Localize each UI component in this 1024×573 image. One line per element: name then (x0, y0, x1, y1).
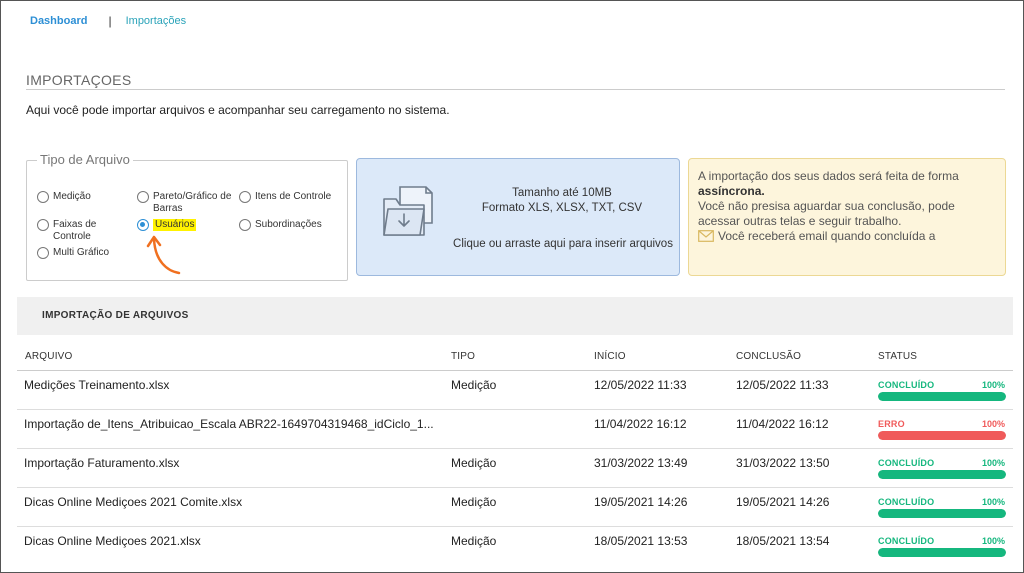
info-email-note: Você receberá email quando concluída a (718, 229, 936, 243)
cell-start: 18/05/2021 13:53 (594, 534, 688, 548)
cell-start: 12/05/2022 11:33 (594, 378, 687, 392)
status-progress-bar (878, 431, 1006, 440)
breadcrumb: Dashboard | Importações (30, 13, 186, 29)
cell-start: 11/04/2022 16:12 (594, 417, 687, 431)
radio-label: Itens de Controle (255, 191, 332, 202)
radio-circle-selected[interactable] (137, 219, 149, 231)
cell-end: 18/05/2021 13:54 (736, 534, 830, 548)
imports-section-title: IMPORTAÇÃO DE ARQUIVOS (42, 310, 189, 321)
cell-type: Medição (451, 378, 497, 392)
status-percent: 100% (981, 419, 1005, 429)
radio-circle[interactable] (239, 191, 251, 203)
breadcrumb-dashboard-link[interactable]: Dashboard (30, 15, 87, 27)
title-divider (26, 89, 1005, 90)
radio-faixas-controle[interactable]: Faixas de Controle (37, 219, 117, 243)
cell-type: Medição (451, 456, 497, 470)
status-progress-fill (878, 548, 1006, 557)
async-info-box: A importação dos seus dados será feita d… (688, 158, 1006, 276)
status-percent: 100% (981, 497, 1005, 507)
page-description: Aqui você pode importar arquivos e acomp… (26, 103, 450, 117)
radio-circle[interactable] (37, 247, 49, 259)
column-header-file[interactable]: ARQUIVO (25, 351, 73, 362)
breadcrumb-importacoes-link[interactable]: Importações (126, 15, 187, 27)
annotation-arrow-icon (146, 235, 181, 275)
radio-circle[interactable] (37, 191, 49, 203)
status-progress-fill (878, 470, 1006, 479)
breadcrumb-separator: | (108, 14, 112, 28)
radio-subordinacoes[interactable]: Subordinações (239, 219, 322, 231)
cell-file: Dicas Online Mediçoes 2021.xlsx (24, 534, 201, 548)
status-percent: 100% (981, 536, 1005, 546)
folder-upload-icon (383, 186, 433, 236)
table-row[interactable]: Importação Faturamento.xlsx Medição 31/0… (17, 449, 1013, 488)
cell-file: Importação de_Itens_Atribuicao_Escala AB… (24, 417, 434, 431)
cell-type: Medição (451, 495, 497, 509)
radio-circle[interactable] (137, 191, 149, 203)
table-row[interactable]: Dicas Online Mediçoes 2021 Comite.xlsx M… (17, 488, 1013, 527)
radio-label: Pareto/Gráfico de Barras (153, 191, 232, 214)
status-percent: 100% (981, 458, 1005, 468)
column-header-status[interactable]: STATUS (878, 351, 917, 362)
page-title: IMPORTAÇOES (26, 72, 132, 88)
radio-label-highlighted: Usuários (153, 219, 197, 231)
radio-label: Subordinações (255, 219, 322, 230)
status-progress-fill (878, 509, 1006, 518)
table-row[interactable]: Medições Treinamento.xlsx Medição 12/05/… (17, 371, 1013, 410)
info-line-2: Você não presisa aguardar sua conclusão,… (698, 199, 955, 228)
column-header-start[interactable]: INÍCIO (594, 351, 626, 362)
status-label: CONCLUÍDO (878, 458, 935, 468)
status-progress-bar (878, 392, 1006, 401)
status-label: CONCLUÍDO (878, 536, 935, 546)
app-frame: Dashboard | Importações IMPORTAÇOES Aqui… (0, 0, 1024, 573)
imports-section-header: IMPORTAÇÃO DE ARQUIVOS (17, 297, 1013, 335)
column-header-end[interactable]: CONCLUSÃO (736, 351, 801, 362)
dropzone-formats: Formato XLS, XLSX, TXT, CSV (481, 202, 643, 214)
cell-start: 31/03/2022 13:49 (594, 456, 688, 470)
info-line-1: A importação dos seus dados será feita d… (698, 169, 959, 183)
file-dropzone[interactable]: Tamanho até 10MB Formato XLS, XLSX, TXT,… (356, 158, 680, 276)
radio-itens-controle[interactable]: Itens de Controle (239, 191, 331, 203)
status-progress-bar (878, 548, 1006, 557)
cell-file: Medições Treinamento.xlsx (24, 378, 170, 392)
table-row[interactable]: Importação de_Itens_Atribuicao_Escala AB… (17, 410, 1013, 449)
radio-usuarios[interactable]: Usuários (137, 219, 197, 231)
column-header-type[interactable]: TIPO (451, 351, 475, 362)
status-percent: 100% (981, 380, 1005, 390)
dropzone-instruction: Clique ou arraste aqui para inserir arqu… (453, 238, 673, 250)
dropzone-size-limit: Tamanho até 10MB (512, 187, 612, 199)
cell-end: 31/03/2022 13:50 (736, 456, 830, 470)
radio-circle[interactable] (239, 219, 251, 231)
status-label: ERRO (878, 419, 905, 429)
cell-end: 19/05/2021 14:26 (736, 495, 830, 509)
cell-type: Medição (451, 534, 497, 548)
radio-circle[interactable] (37, 219, 49, 231)
cell-start: 19/05/2021 14:26 (594, 495, 688, 509)
cell-end: 12/05/2022 11:33 (736, 378, 829, 392)
status-label: CONCLUÍDO (878, 497, 935, 507)
info-bold-asynchronous: assíncrona. (698, 184, 765, 198)
status-progress-bar (878, 470, 1006, 479)
mail-icon (698, 230, 714, 242)
radio-label: Multi Gráfico (53, 247, 110, 258)
file-type-legend: Tipo de Arquivo (37, 152, 133, 167)
radio-pareto[interactable]: Pareto/Gráfico de Barras (137, 191, 237, 215)
status-progress-fill (878, 431, 1006, 440)
radio-multi-grafico[interactable]: Multi Gráfico (37, 247, 109, 259)
radio-label: Medição (53, 191, 91, 202)
radio-label: Faixas de Controle (53, 219, 97, 242)
radio-medicao[interactable]: Medição (37, 191, 91, 203)
cell-end: 11/04/2022 16:12 (736, 417, 829, 431)
status-progress-bar (878, 509, 1006, 518)
table-row[interactable]: Dicas Online Mediçoes 2021.xlsx Medição … (17, 527, 1013, 566)
cell-file: Dicas Online Mediçoes 2021 Comite.xlsx (24, 495, 243, 509)
status-progress-fill (878, 392, 1006, 401)
status-label: CONCLUÍDO (878, 380, 935, 390)
cell-file: Importação Faturamento.xlsx (24, 456, 180, 470)
